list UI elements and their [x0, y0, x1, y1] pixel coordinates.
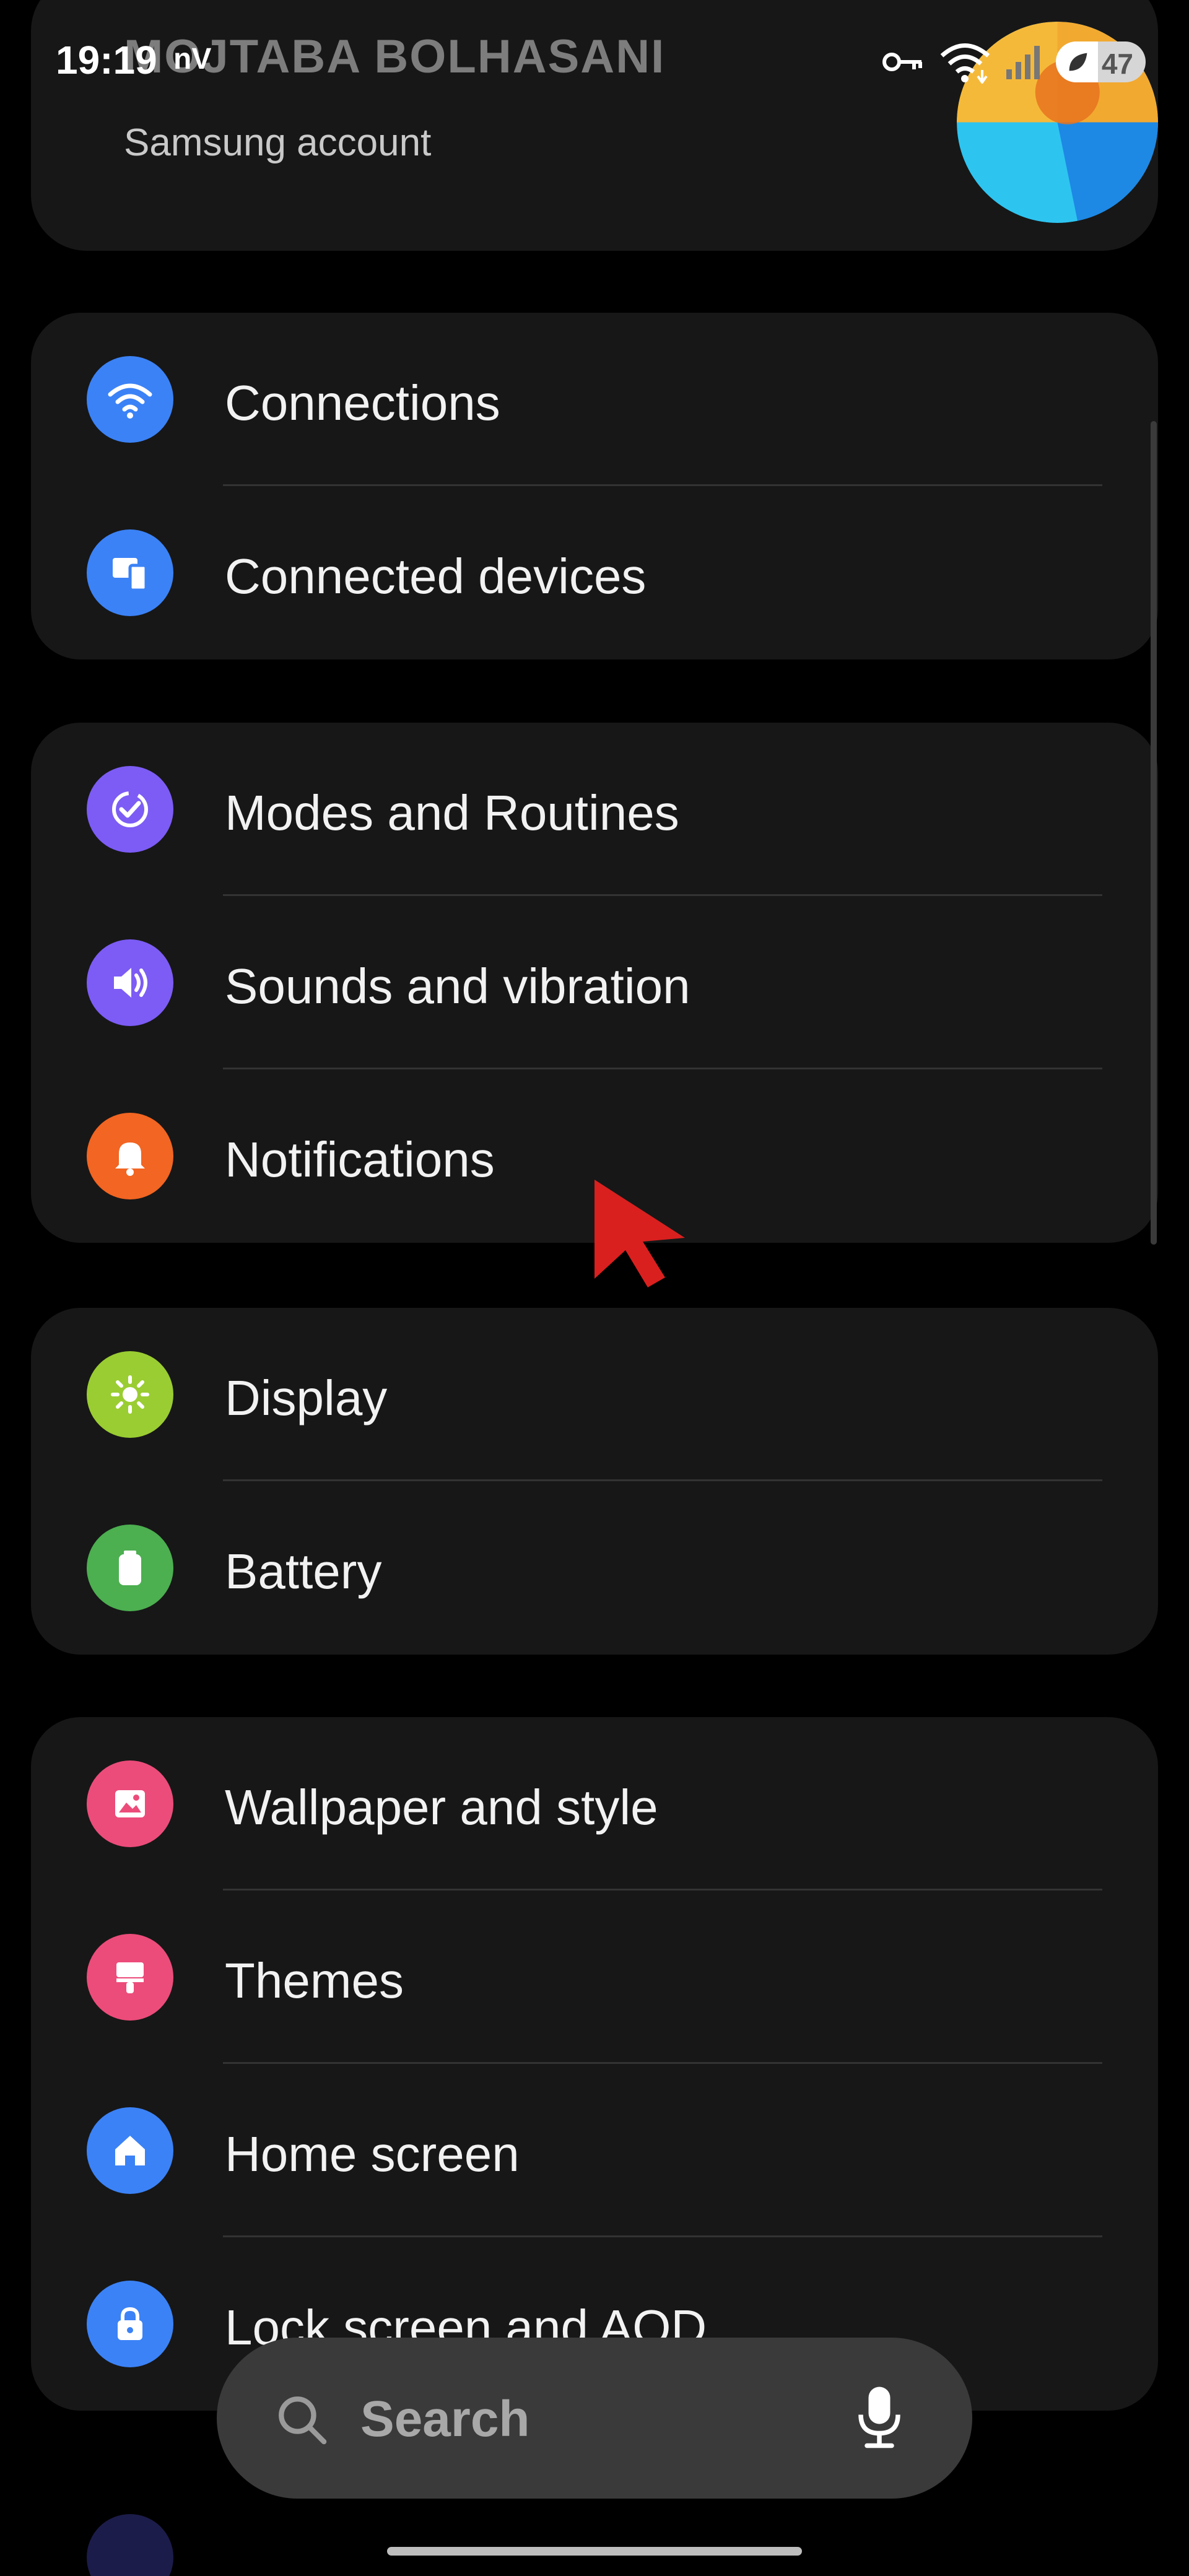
status-icons: 47 — [882, 37, 1146, 87]
settings-item-label: Home screen — [225, 2126, 520, 2182]
routine-check-icon — [87, 766, 173, 853]
settings-item-label: Sounds and vibration — [225, 959, 690, 1014]
settings-item-wallpaper-and-style[interactable]: Wallpaper and style — [31, 1717, 1158, 1891]
speaker-icon — [87, 939, 173, 1026]
settings-item-connections[interactable]: Connections — [31, 313, 1158, 486]
settings-item-label: Wallpaper and style — [225, 1780, 658, 1835]
microphone-icon[interactable] — [848, 2382, 910, 2450]
settings-item-label: Modes and Routines — [225, 785, 679, 840]
sun-icon — [87, 1351, 173, 1438]
gesture-handle[interactable] — [387, 2547, 802, 2556]
paintbrush-icon — [87, 1934, 173, 2021]
image-icon — [87, 1760, 173, 1847]
scrollbar[interactable] — [1151, 421, 1157, 1245]
settings-item-connected-devices[interactable]: Connected devices — [31, 486, 1158, 659]
status-bar: 19:19 nV 47 — [0, 0, 1189, 124]
settings-item-modes-and-routines[interactable]: Modes and Routines — [31, 723, 1158, 896]
settings-group-modes: Modes and Routines Sounds and vibration … — [31, 723, 1158, 1243]
battery-icon — [87, 1525, 173, 1611]
signal-icon — [1006, 46, 1040, 79]
settings-item-battery[interactable]: Battery — [31, 1481, 1158, 1655]
search-input[interactable]: Search — [360, 2390, 530, 2448]
settings-item-label: Connections — [225, 375, 500, 430]
search-icon — [279, 2396, 327, 2445]
search-bar[interactable]: Search — [217, 2338, 972, 2499]
settings-group-wallpaper: Wallpaper and style Themes Home screen L… — [31, 1717, 1158, 2411]
settings-item-label: Themes — [225, 1953, 404, 2008]
home-icon — [87, 2107, 173, 2194]
next-item-icon — [87, 2514, 173, 2576]
battery-level: 47 — [1101, 48, 1133, 80]
devices-icon — [87, 529, 173, 616]
settings-item-display[interactable]: Display — [31, 1308, 1158, 1481]
settings-item-label: Battery — [225, 1544, 382, 1599]
network-indicator: nV — [173, 43, 212, 76]
settings-item-home-screen[interactable]: Home screen — [31, 2064, 1158, 2237]
account-subtitle: Samsung account — [124, 121, 432, 164]
settings-item-themes[interactable]: Themes — [31, 1891, 1158, 2064]
battery-indicator: 47 — [1056, 41, 1146, 82]
status-time: 19:19 — [56, 38, 157, 82]
power-saving-leaf-icon — [1069, 53, 1087, 71]
settings-item-sounds-and-vibration[interactable]: Sounds and vibration — [31, 896, 1158, 1069]
wifi-status-icon — [940, 43, 990, 84]
settings-screen: MOJTABA BOLHASANI Samsung account 19:19 … — [0, 0, 1189, 2576]
settings-item-label: Display — [225, 1370, 388, 1425]
bell-icon — [87, 1113, 173, 1199]
settings-group-display: Display Battery — [31, 1308, 1158, 1655]
lock-icon — [87, 2281, 173, 2367]
settings-group-connections: Connections Connected devices — [31, 313, 1158, 659]
settings-item-label: Connected devices — [225, 549, 647, 604]
wifi-icon — [87, 356, 173, 443]
settings-item-label: Notifications — [225, 1132, 495, 1187]
mouse-pointer-icon — [594, 1180, 685, 1287]
vpn-key-icon — [882, 53, 922, 71]
